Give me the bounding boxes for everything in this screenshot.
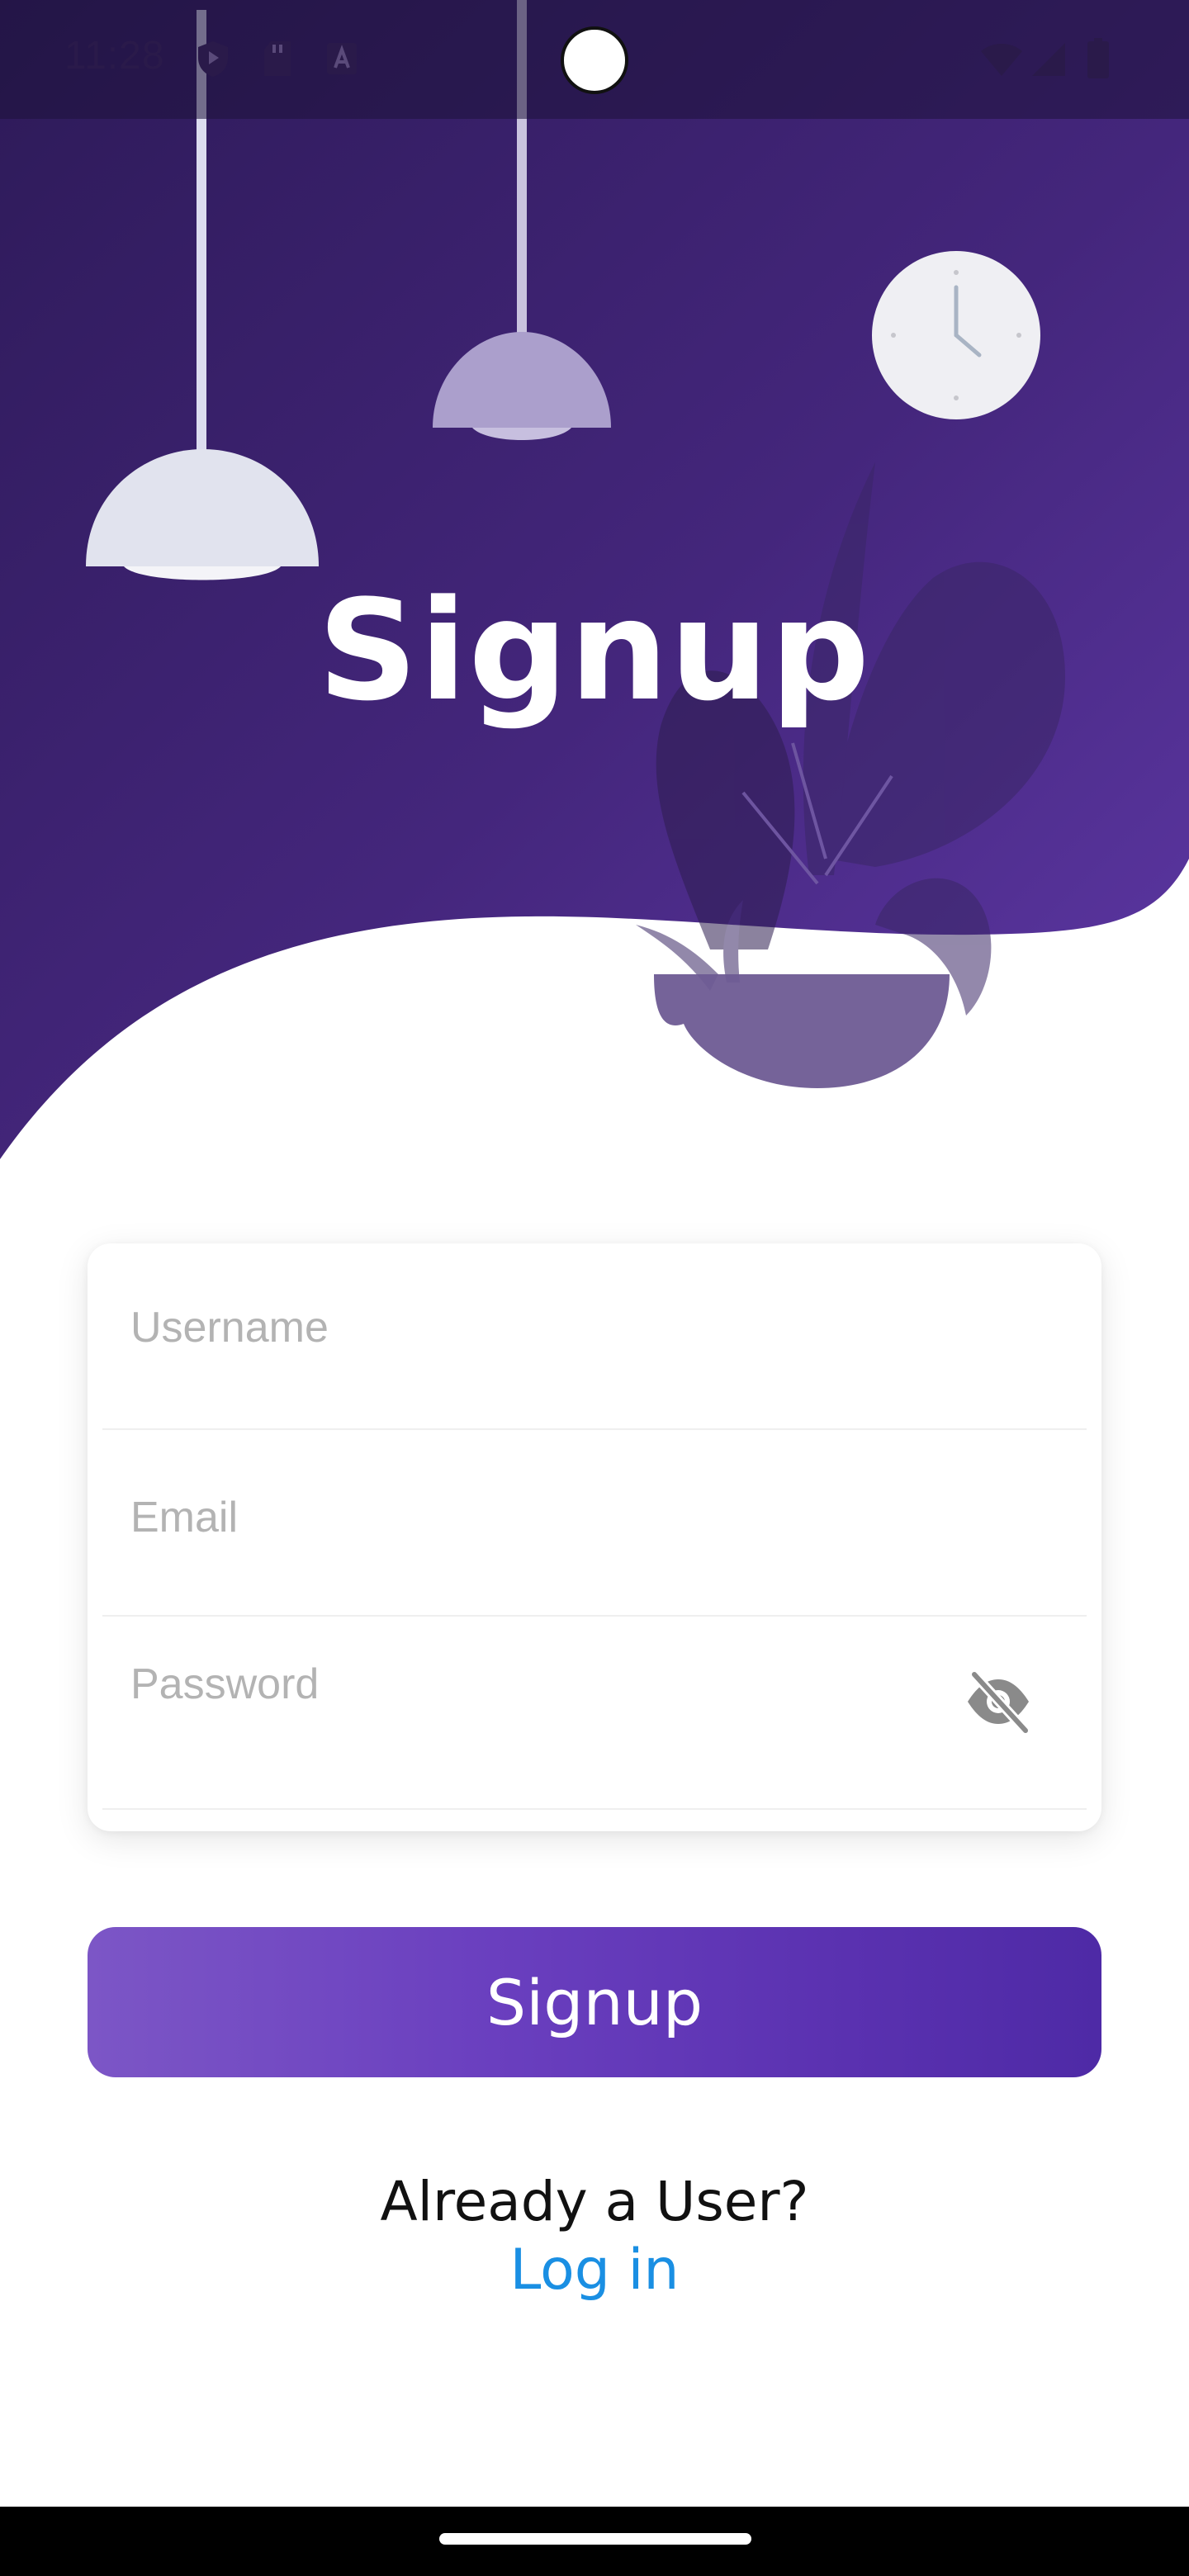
username-input[interactable]	[130, 1243, 989, 1420]
status-time: 11:28	[64, 34, 165, 78]
signup-button[interactable]: Signup	[88, 1927, 1101, 2077]
page-title: Signup	[317, 570, 872, 732]
wifi-icon	[981, 44, 1022, 76]
signup-form-card	[88, 1243, 1101, 1831]
signup-screen: 11:28 Signup Username Email Signup Alrea…	[0, 0, 1189, 2576]
camera-cutout	[561, 26, 628, 94]
login-link[interactable]: Log in	[0, 2237, 1189, 2303]
username-field-container	[102, 1243, 1087, 1430]
password-input[interactable]	[130, 1589, 989, 1780]
cellular-signal-icon	[1032, 43, 1065, 76]
sd-card-icon	[264, 41, 291, 76]
eye-off-icon[interactable]	[961, 1664, 1035, 1739]
email-input[interactable]	[130, 1425, 989, 1610]
clock-icon	[872, 251, 1040, 419]
password-field-container	[102, 1589, 1087, 1810]
plant-pot	[654, 974, 950, 1088]
already-user-text: Already a User?	[380, 2170, 809, 2233]
battery-icon	[1087, 38, 1109, 78]
home-indicator[interactable]	[439, 2533, 751, 2545]
status-bar: 11:28	[0, 0, 1189, 119]
keyboard-a-icon	[327, 43, 357, 74]
shield-icon	[198, 41, 228, 77]
